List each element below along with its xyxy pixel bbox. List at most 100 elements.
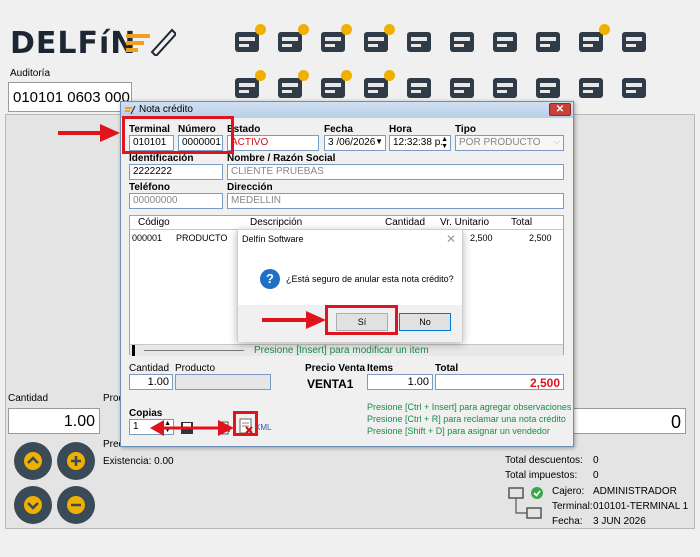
telefono-label: Teléfono [129,182,170,193]
copias-label: Copias [129,408,163,419]
col-codigo[interactable]: Código [138,217,170,228]
money-icon[interactable] [574,70,610,104]
col-descripcion[interactable]: Descripción [250,217,302,228]
fecha-label: Fecha [324,124,353,135]
bed-add-icon[interactable] [230,70,266,104]
add-button[interactable] [57,442,95,480]
cell-codigo: 000001 [132,233,163,243]
no-button[interactable]: No [399,313,451,331]
badge-icon [298,24,309,35]
auditoria-field[interactable]: 010101 0603 0001 [8,82,132,112]
identificacion-label: Identificación [129,153,194,164]
help-vendedor: Presione [Shift + D] para asignar un ven… [367,426,550,436]
badge-icon [341,70,352,81]
badge-icon [255,24,266,35]
telefono-field[interactable]: 00000000 [129,193,223,209]
hora-label: Hora [389,124,412,135]
bottle-search-icon[interactable] [445,70,481,104]
bed-icon[interactable] [230,24,266,58]
fecha-picker[interactable]: 3 /06/2026 ▼ [324,135,386,151]
trash-icon[interactable] [402,70,438,104]
remove-button[interactable] [57,486,95,524]
grid-footer: Presione [Insert] para modificar un item [130,344,563,356]
presenter-add-icon[interactable] [273,70,309,104]
copias-value: 1 [133,421,139,432]
precio-venta-value: VENTA1 [307,377,354,391]
network-user-icon [508,487,543,519]
cell-vr-unitario: 2,500 [470,233,493,243]
user-add2-icon[interactable] [359,70,395,104]
total-field: 2,500 [435,374,564,390]
tipo-select[interactable]: POR PRODUCTO ⌵ [455,135,564,151]
logo-text: DELFíN [10,26,137,61]
chevron-up-icon [24,452,42,470]
producto-field[interactable] [175,374,271,390]
minus-icon [67,496,85,514]
plus-icon [67,452,85,470]
badge-icon [298,70,309,81]
total-impuestos-label: Total impuestos: [505,470,578,481]
cantidad-input[interactable]: 1.00 [8,408,100,434]
arrow-right-icon [58,124,120,142]
nombre-field[interactable]: CLIENTE PRUEBAS [227,164,564,180]
presenter-icon[interactable] [273,24,309,58]
col-vr-unitario[interactable]: Vr. Unitario [440,217,489,228]
total-display: 0 [573,408,686,434]
fecha-label: Fecha: [552,516,583,527]
user-refresh-icon[interactable] [617,24,653,58]
confirm-close-icon[interactable]: ✕ [446,232,456,246]
arrow-up-button[interactable] [14,442,52,480]
badge-icon [255,70,266,81]
printer-icon[interactable] [488,24,524,58]
help-reclamar: Presione [Ctrl + R] para reclamar una no… [367,414,566,424]
tipo-label: Tipo [455,124,476,135]
percent-badge-icon[interactable] [402,24,438,58]
badge-icon [384,24,395,35]
chevron-down-icon [24,496,42,514]
scale-icon[interactable] [488,70,524,104]
tipo-value: POR PRODUCTO [459,137,541,148]
confirm-title: Delfín Software [242,234,304,244]
app-icon [125,105,136,115]
highlight-yes-button [325,305,398,335]
cash-register-icon[interactable] [531,24,567,58]
cantidad-label: Cantidad [8,393,49,404]
col-total[interactable]: Total [511,217,532,228]
chevron-down-icon: ⌵ [553,137,560,146]
hora-spinner[interactable]: 12:32:38 p. ▲ ▼ [389,135,451,151]
help-observaciones: Presione [Ctrl + Insert] para agregar ob… [367,402,572,412]
producto-label: Producto [175,363,216,374]
user-money-icon[interactable] [316,24,352,58]
direccion-field[interactable]: MEDELLIN [227,193,564,209]
cell-total: 2,500 [529,233,552,243]
total-label: Total [435,363,459,374]
row-indicator [132,345,135,356]
total-descuentos-label: Total descuentos: [505,455,583,466]
badge-icon [599,24,610,35]
existencia-text: Existencia: 0.00 [103,456,174,467]
highlight-cancel-icon [233,411,258,436]
fecha-value: 3 /06/2026 [328,137,376,148]
spinner-arrows-icon[interactable]: ▲ ▼ [441,136,448,150]
grid-footer-hint: Presione [Insert] para modificar un item [254,345,429,356]
document-list-icon[interactable] [445,24,481,58]
arrow-down-button[interactable] [14,486,52,524]
cantidad-field[interactable]: 1.00 [129,374,173,390]
badge-icon [341,24,352,35]
more-icon[interactable] [617,70,653,104]
identificacion-field[interactable]: 2222222 [129,164,223,180]
card-payment-icon[interactable] [574,24,610,58]
arrow-both-icon [150,420,234,436]
dialog-close-button[interactable]: ✕ [549,103,571,116]
col-cantidad[interactable]: Cantidad [385,217,425,228]
user-clock-icon[interactable] [359,24,395,58]
cantidad-label: Cantidad [129,363,170,374]
badge-icon [384,70,395,81]
terminal-label: Terminal: [552,501,593,512]
arrow-right-icon [262,311,326,329]
cajero-label: Cajero: [552,486,585,497]
user-add-icon[interactable] [316,70,352,104]
precio-venta-label: Precio Venta [305,363,366,374]
dropdown-arrow-icon[interactable]: ▼ [375,137,383,146]
credit-note-icon[interactable] [531,70,567,104]
